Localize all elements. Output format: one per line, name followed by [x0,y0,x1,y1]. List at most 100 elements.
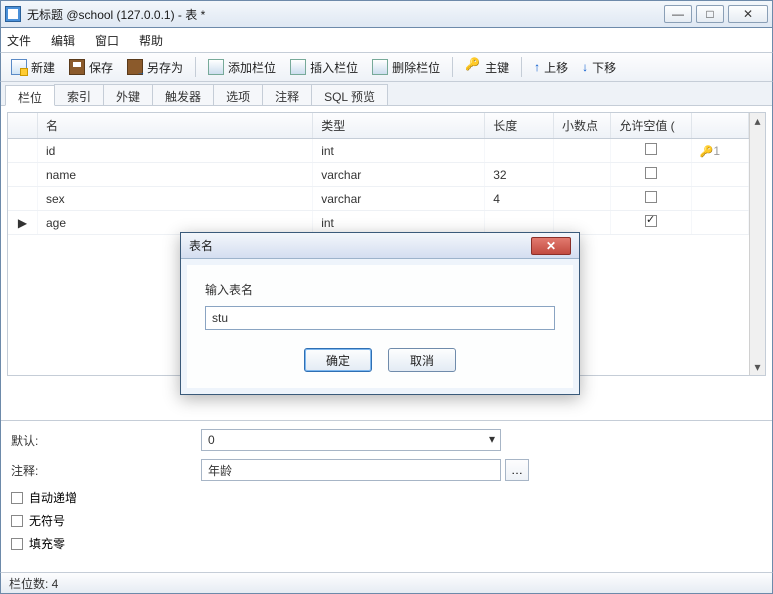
col-type[interactable]: 类型 [313,113,485,139]
table-row[interactable]: sex varchar 4 [8,187,749,211]
saveas-button[interactable]: 另存为 [121,57,189,78]
new-button[interactable]: 新建 [5,57,61,78]
tab-foreignkey[interactable]: 外键 [103,84,153,105]
insertfield-button[interactable]: 插入栏位 [284,57,364,78]
primarykey-button[interactable]: 主键 [459,57,515,78]
cell-length[interactable]: 32 [485,163,554,187]
key-num: 1 [713,144,720,158]
default-combo[interactable] [201,429,501,451]
menu-help[interactable]: 帮助 [139,32,163,49]
cell-key[interactable] [691,163,748,187]
cell-key[interactable] [691,187,748,211]
null-checkbox[interactable] [645,143,657,155]
cancel-button[interactable]: 取消 [388,348,456,372]
tab-comment[interactable]: 注释 [262,84,312,105]
addfield-icon [208,59,224,75]
properties-panel: 默认: 注释: … 自动递增 无符号 填充零 [1,420,772,572]
null-checkbox[interactable] [645,191,657,203]
row-indicator [8,139,38,163]
ok-button[interactable]: 确定 [304,348,372,372]
table-row[interactable]: id int 🔑1 [8,139,749,163]
table-name-input[interactable] [205,306,555,330]
window-buttons: — □ ✕ [664,5,768,23]
comment-input[interactable] [201,459,501,481]
cell-length[interactable] [485,211,554,235]
zerofill-label: 填充零 [29,535,65,552]
cell-type[interactable]: int [313,139,485,163]
tab-sqlpreview[interactable]: SQL 预览 [311,84,388,105]
dialog-close-button[interactable]: ✕ [531,237,571,255]
cell-length[interactable] [485,139,554,163]
col-key [691,113,748,139]
movedown-button[interactable]: ↓下移 [576,57,622,78]
comment-ellipsis-button[interactable]: … [505,459,529,481]
dialog-titlebar[interactable]: 表名 ✕ [181,233,579,259]
unsigned-checkbox[interactable] [11,515,23,527]
cell-key[interactable]: 🔑1 [691,139,748,163]
cell-name[interactable]: sex [38,187,313,211]
null-checkbox[interactable] [645,167,657,179]
save-button[interactable]: 保存 [63,57,119,78]
status-text: 栏位数: 4 [9,575,58,592]
up-arrow-icon: ↑ [534,60,540,74]
tab-trigger[interactable]: 触发器 [152,84,214,105]
saveas-label: 另存为 [147,59,183,76]
cell-name[interactable]: name [38,163,313,187]
menu-file[interactable]: 文件 [7,32,31,49]
new-label: 新建 [31,59,55,76]
cell-name[interactable]: id [38,139,313,163]
menu-edit[interactable]: 编辑 [51,32,75,49]
cell-decimal[interactable] [554,211,611,235]
vertical-scrollbar[interactable]: ▴ ▾ [749,113,765,375]
separator [195,57,196,77]
maximize-button[interactable]: □ [696,5,724,23]
scroll-down-icon[interactable]: ▾ [750,359,765,375]
insertfield-icon [290,59,306,75]
addfield-button[interactable]: 添加栏位 [202,57,282,78]
scroll-up-icon[interactable]: ▴ [750,113,765,129]
col-name[interactable]: 名 [38,113,313,139]
zerofill-checkbox[interactable] [11,538,23,550]
deletefield-label: 删除栏位 [392,59,440,76]
key-icon: 🔑 [700,145,714,158]
cell-key[interactable] [691,211,748,235]
col-null[interactable]: 允许空值 ( [611,113,691,139]
titlebar: 无标题 @school (127.0.0.1) - 表 * — □ ✕ [0,0,773,28]
cell-null[interactable] [611,211,691,235]
col-length[interactable]: 长度 [485,113,554,139]
cell-name[interactable]: age [38,211,313,235]
cell-type[interactable]: int [313,211,485,235]
separator [521,57,522,77]
cell-type[interactable]: varchar [313,163,485,187]
key-icon [465,59,481,75]
cell-null[interactable] [611,139,691,163]
tab-option[interactable]: 选项 [213,84,263,105]
null-checkbox[interactable] [645,215,657,227]
deletefield-button[interactable]: 删除栏位 [366,57,446,78]
dialog-input-label: 输入表名 [205,281,555,298]
menubar: 文件 编辑 窗口 帮助 [0,28,773,52]
cell-decimal[interactable] [554,187,611,211]
dialog-title: 表名 [189,237,531,254]
col-decimal[interactable]: 小数点 [554,113,611,139]
cell-decimal[interactable] [554,163,611,187]
table-row[interactable]: name varchar 32 [8,163,749,187]
fields-table[interactable]: 名 类型 长度 小数点 允许空值 ( id int [8,113,749,235]
cell-decimal[interactable] [554,139,611,163]
close-button[interactable]: ✕ [728,5,768,23]
row-indicator [8,187,38,211]
cell-length[interactable]: 4 [485,187,554,211]
tab-index[interactable]: 索引 [54,84,104,105]
moveup-button[interactable]: ↑上移 [528,57,574,78]
unsigned-label: 无符号 [29,512,65,529]
minimize-button[interactable]: — [664,5,692,23]
cell-null[interactable] [611,187,691,211]
tab-fields[interactable]: 栏位 [5,85,55,106]
cell-null[interactable] [611,163,691,187]
table-row[interactable]: ▶ age int [8,211,749,235]
cell-type[interactable]: varchar [313,187,485,211]
tabbar: 栏位 索引 外键 触发器 选项 注释 SQL 预览 [1,82,772,106]
menu-window[interactable]: 窗口 [95,32,119,49]
default-input[interactable] [201,429,501,451]
autoinc-checkbox[interactable] [11,492,23,504]
